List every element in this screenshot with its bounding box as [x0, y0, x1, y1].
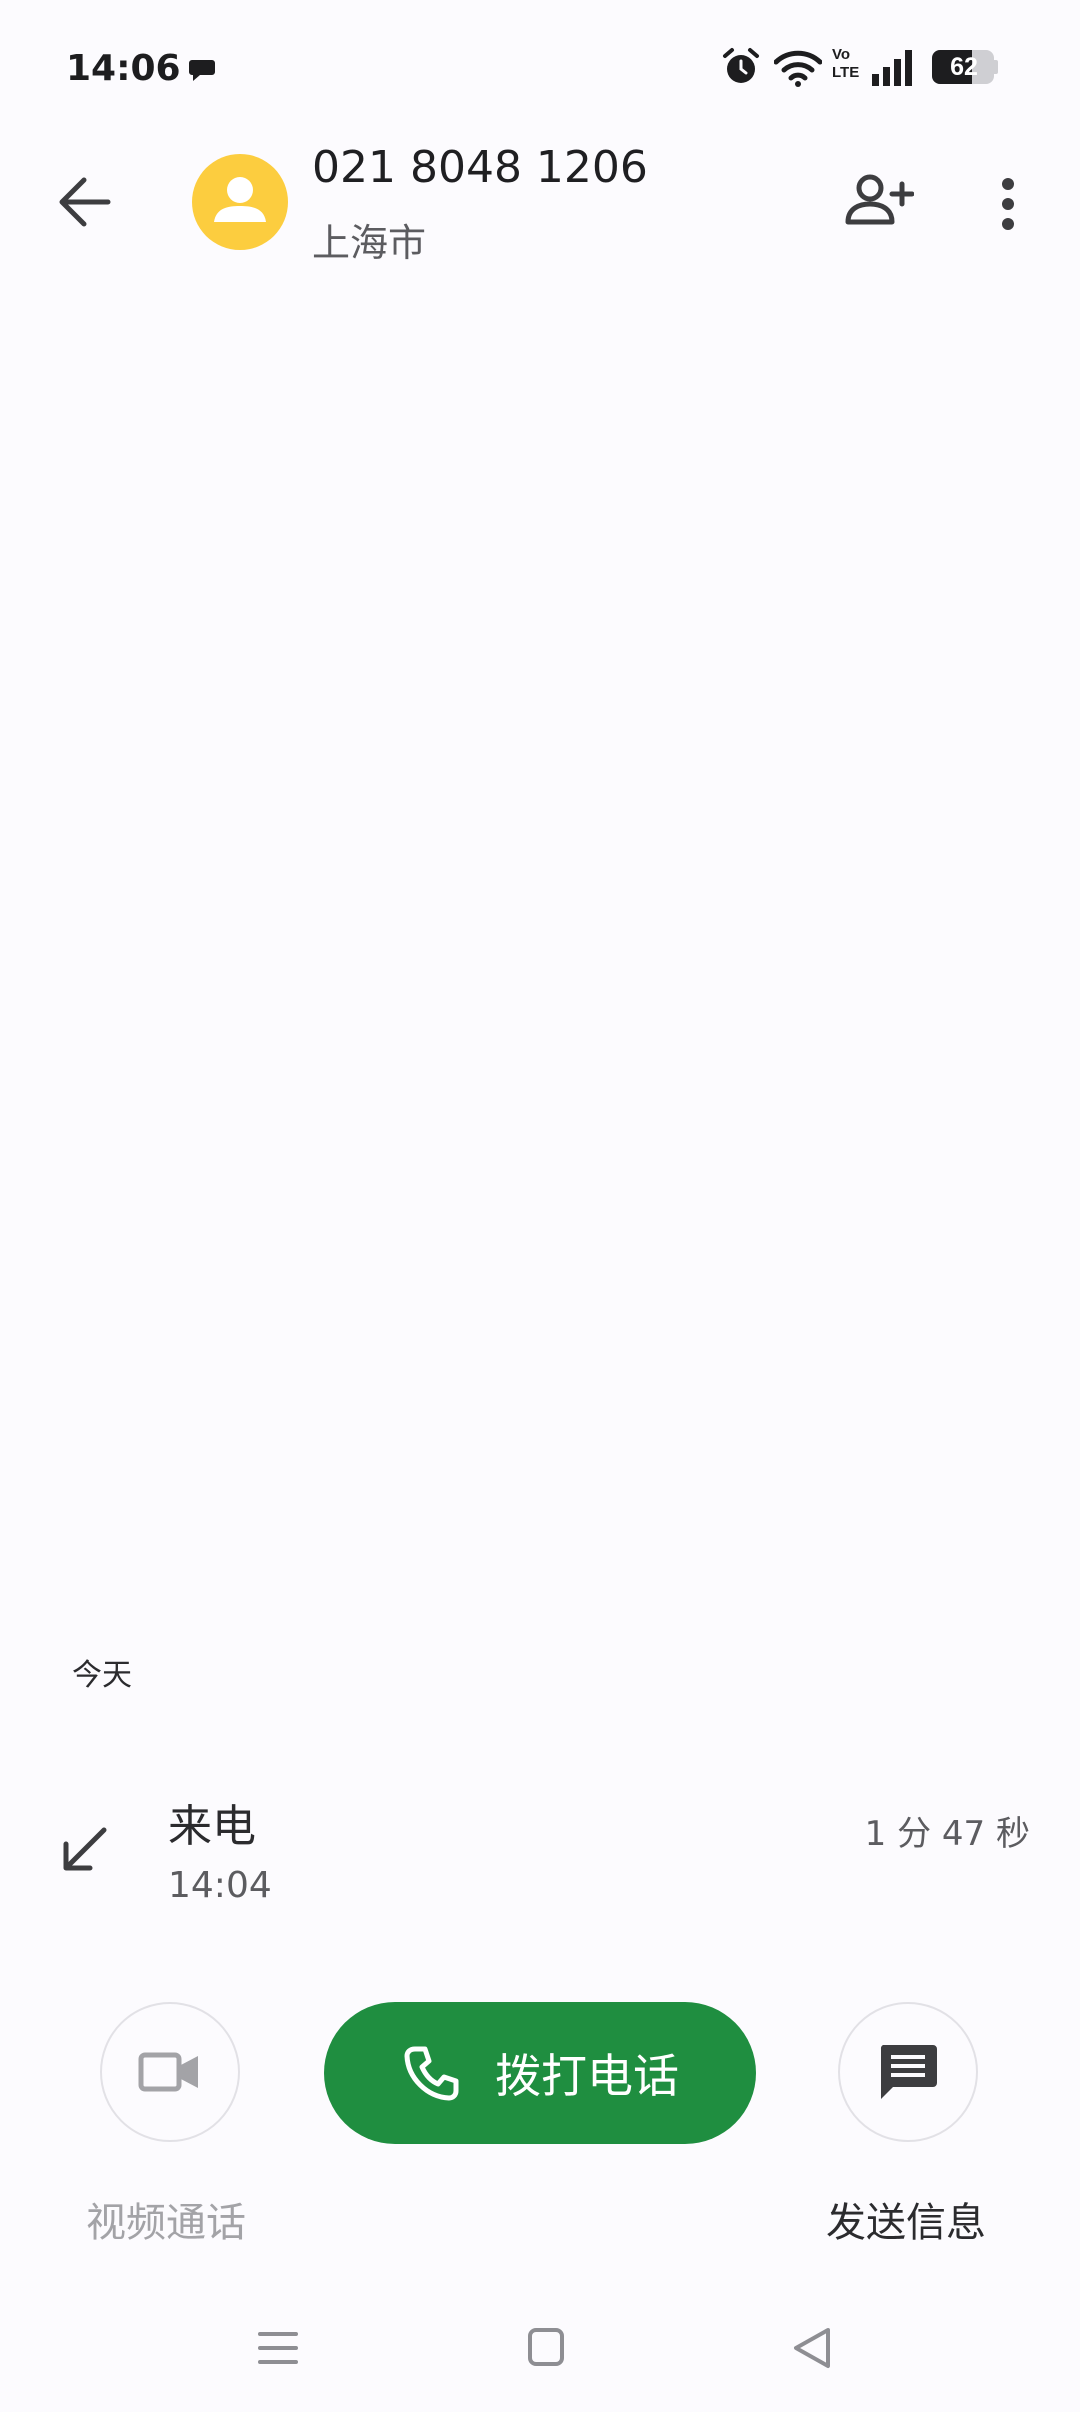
more-options-button[interactable]	[1000, 176, 1016, 236]
phone-icon	[404, 2046, 459, 2101]
back-arrow-icon	[59, 177, 111, 227]
send-message-label: 发送信息	[826, 2200, 986, 2246]
video-call-button[interactable]	[100, 2002, 240, 2142]
call-time: 14:04	[168, 1865, 272, 1906]
incoming-call-icon	[56, 1822, 112, 1882]
nav-home-button[interactable]	[528, 2328, 564, 2372]
volte-icon: Vo LTE	[832, 46, 860, 81]
add-contact-button[interactable]	[844, 172, 915, 232]
battery-icon: 62	[932, 50, 998, 86]
wifi-icon	[774, 50, 822, 87]
back-button[interactable]	[56, 176, 112, 232]
contact-location: 上海市	[312, 221, 427, 265]
home-square-icon	[528, 2328, 564, 2366]
contact-number: 021 8048 1206	[312, 142, 648, 193]
message-icon	[880, 2045, 937, 2099]
menu-icon	[258, 2332, 298, 2364]
video-camera-icon	[138, 2052, 198, 2092]
video-call-label: 视频通话	[86, 2200, 246, 2246]
add-person-icon	[845, 174, 915, 225]
battery-level: 62	[950, 53, 978, 81]
back-triangle-icon	[794, 2328, 830, 2368]
call-duration: 1 分 47 秒	[864, 1814, 1030, 1854]
call-button[interactable]: 拨打电话	[324, 2002, 756, 2144]
send-message-button[interactable]	[838, 2002, 978, 2142]
more-vert-icon	[1002, 178, 1014, 230]
signal-icon	[872, 50, 912, 86]
contact-avatar	[192, 154, 288, 250]
call-button-label: 拨打电话	[495, 2049, 679, 2103]
message-notification-icon	[188, 58, 218, 88]
history-day-header: 今天	[72, 1658, 132, 1693]
alarm-icon	[723, 48, 759, 83]
nav-recents-button[interactable]	[258, 2328, 298, 2372]
person-icon	[214, 177, 266, 222]
call-type: 来电	[168, 1801, 256, 1852]
status-time: 14:06	[66, 48, 181, 89]
status-icons: Vo LTE 62	[720, 46, 1080, 92]
nav-back-button[interactable]	[792, 2326, 832, 2374]
